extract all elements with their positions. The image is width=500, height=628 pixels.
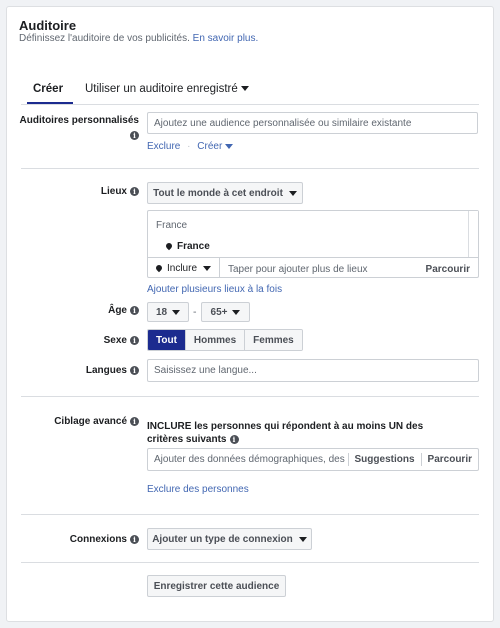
languages-label: Langues i bbox=[19, 365, 139, 376]
age-label: Âge i bbox=[19, 305, 139, 316]
create-link-label: Créer bbox=[197, 141, 223, 152]
locations-label-text: Lieux bbox=[100, 186, 127, 197]
suggestions-button[interactable]: Suggestions bbox=[349, 454, 421, 465]
country-header: France bbox=[156, 220, 188, 231]
gender-option-all[interactable]: Tout bbox=[148, 330, 186, 350]
location-pin-icon bbox=[164, 242, 174, 251]
tab-saved-label: Utiliser un auditoire enregistré bbox=[85, 83, 238, 95]
chevron-down-icon bbox=[240, 86, 249, 92]
browse-targeting-button[interactable]: Parcourir bbox=[422, 454, 478, 465]
save-audience-button[interactable]: Enregistrer cette audience bbox=[147, 575, 286, 597]
custom-audiences-label: Auditoires personnalisés i bbox=[19, 115, 139, 140]
include-dropdown[interactable]: Inclure bbox=[154, 263, 212, 274]
detailed-targeting-input[interactable]: Ajouter des données démographiques, des … bbox=[147, 448, 479, 471]
add-connection-type-label: Ajouter un type de connexion bbox=[152, 533, 293, 545]
panel-title: Auditoire bbox=[19, 18, 77, 33]
location-type-label: Tout le monde à cet endroit bbox=[153, 187, 283, 199]
info-icon[interactable]: i bbox=[130, 131, 139, 140]
languages-label-text: Langues bbox=[85, 365, 127, 376]
section-divider bbox=[21, 396, 479, 397]
section-divider bbox=[21, 168, 479, 169]
selected-location-label: France bbox=[177, 241, 210, 252]
connections-label-text: Connexions bbox=[69, 534, 127, 545]
chevron-down-icon bbox=[203, 265, 212, 271]
include-label: Inclure bbox=[167, 263, 198, 274]
age-dash: - bbox=[193, 306, 197, 318]
locations-label: Lieux i bbox=[19, 186, 139, 197]
language-placeholder: Saisissez une langue... bbox=[154, 365, 257, 376]
add-connection-type-button[interactable]: Ajouter un type de connexion bbox=[147, 528, 312, 550]
chevron-down-icon bbox=[232, 309, 241, 315]
location-pin-icon bbox=[154, 264, 164, 273]
tab-create[interactable]: Créer bbox=[33, 83, 63, 95]
gender-option-men[interactable]: Hommes bbox=[185, 330, 246, 350]
info-icon[interactable]: i bbox=[130, 416, 139, 426]
gender-label: Sexe i bbox=[19, 335, 139, 346]
language-input[interactable]: Saisissez une langue... bbox=[147, 359, 479, 382]
include-criteria-label: INCLURE les personnes qui répondent à au… bbox=[147, 421, 424, 445]
panel-subtitle: Définissez l'auditoire de vos publicités… bbox=[19, 33, 258, 44]
age-min-dropdown[interactable]: 18 bbox=[147, 302, 189, 322]
tabs-divider bbox=[21, 104, 479, 105]
detailed-targeting-label-text: Ciblage avancé bbox=[54, 416, 127, 427]
section-divider bbox=[21, 562, 479, 563]
learn-more-link[interactable]: En savoir plus. bbox=[193, 33, 259, 44]
location-row-divider bbox=[148, 257, 478, 258]
info-icon[interactable]: i bbox=[130, 186, 139, 196]
custom-audience-links: Exclure · Créer bbox=[147, 141, 234, 152]
gender-label-text: Sexe bbox=[103, 335, 127, 346]
chevron-down-icon bbox=[288, 190, 297, 196]
gender-selector: Tout Hommes Femmes bbox=[147, 329, 303, 351]
tab-saved-audience[interactable]: Utiliser un auditoire enregistré bbox=[85, 83, 249, 95]
location-box: France France Inclure Taper pour ajouter… bbox=[147, 210, 479, 278]
info-icon[interactable]: i bbox=[130, 305, 139, 315]
info-icon[interactable]: i bbox=[229, 434, 239, 444]
chevron-down-icon bbox=[298, 536, 307, 542]
connections-label: Connexions i bbox=[19, 534, 139, 545]
info-icon[interactable]: i bbox=[130, 335, 139, 345]
age-max-value: 65+ bbox=[210, 306, 228, 318]
custom-audience-placeholder: Ajoutez une audience personnalisée ou si… bbox=[154, 117, 412, 129]
exclude-link[interactable]: Exclure bbox=[147, 141, 180, 152]
selected-location: France bbox=[164, 241, 210, 252]
location-search-input[interactable]: Taper pour ajouter plus de lieux bbox=[228, 264, 368, 275]
browse-locations-button[interactable]: Parcourir bbox=[426, 264, 470, 275]
chevron-down-icon bbox=[172, 309, 181, 315]
age-label-text: Âge bbox=[108, 305, 127, 316]
gender-option-women[interactable]: Femmes bbox=[245, 330, 302, 350]
bulk-add-locations-link[interactable]: Ajouter plusieurs lieux à la fois bbox=[147, 284, 282, 295]
create-link[interactable]: Créer bbox=[197, 141, 234, 152]
detailed-targeting-placeholder: Ajouter des données démographiques, des … bbox=[154, 454, 348, 465]
location-type-dropdown[interactable]: Tout le monde à cet endroit bbox=[147, 182, 303, 204]
custom-audience-input[interactable]: Ajoutez une audience personnalisée ou si… bbox=[147, 112, 478, 134]
detailed-targeting-label: Ciblage avancé i bbox=[19, 416, 139, 427]
custom-audiences-label-text: Auditoires personnalisés bbox=[19, 115, 139, 126]
location-scrollbar[interactable] bbox=[468, 211, 478, 257]
audience-panel: Auditoire Définissez l'auditoire de vos … bbox=[6, 6, 494, 622]
age-min-value: 18 bbox=[155, 306, 168, 318]
include-divider bbox=[219, 258, 220, 278]
info-icon[interactable]: i bbox=[130, 534, 139, 544]
chevron-down-icon bbox=[225, 143, 234, 149]
age-max-dropdown[interactable]: 65+ bbox=[201, 302, 250, 322]
exclude-people-link[interactable]: Exclure des personnes bbox=[147, 484, 249, 495]
section-divider bbox=[21, 514, 479, 515]
subtitle-text: Définissez l'auditoire de vos publicités… bbox=[19, 33, 190, 44]
include-criteria-text: INCLURE les personnes qui répondent à au… bbox=[147, 420, 447, 446]
info-icon[interactable]: i bbox=[130, 365, 139, 375]
